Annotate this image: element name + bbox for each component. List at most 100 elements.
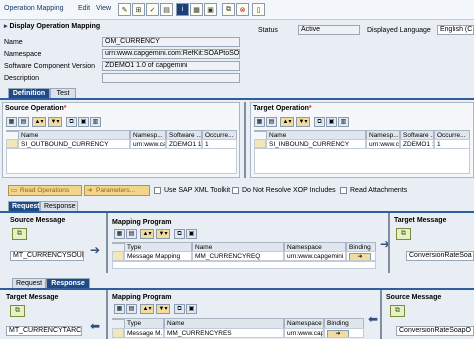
- add-row-icon[interactable]: ▦: [114, 304, 125, 314]
- paste-icon[interactable]: ▣: [326, 117, 337, 127]
- response-mapping-binding-cell[interactable]: ➔: [324, 328, 364, 338]
- move-up-icon[interactable]: ▲▾: [140, 229, 154, 239]
- request-mapping-empty-row: [112, 261, 376, 269]
- message-icon[interactable]: ⧉: [390, 305, 405, 317]
- select-all-cell[interactable]: [254, 130, 266, 132]
- request-mapping-binding-cell[interactable]: ➔: [346, 251, 376, 261]
- select-all-cell[interactable]: [6, 130, 18, 132]
- do-not-resolve-xop-checkbox[interactable]: [232, 187, 239, 194]
- read-operations-icon: ▭: [11, 187, 18, 194]
- menu-operation-mapping[interactable]: Operation Mapping: [4, 5, 64, 12]
- tab-test[interactable]: Test: [50, 88, 76, 98]
- response-tab-line: [0, 288, 474, 290]
- move-up-icon[interactable]: ▲▾: [280, 117, 294, 127]
- namespace-label: Namespace: [4, 51, 42, 58]
- add-row-icon[interactable]: ▦: [114, 229, 125, 239]
- copy-icon[interactable]: ⧉: [314, 117, 325, 127]
- target-message-label: Target Message: [394, 217, 447, 224]
- add-row-icon[interactable]: ▦: [254, 117, 265, 127]
- read-attachments-checkbox[interactable]: [340, 187, 347, 194]
- use-sap-xml-toolkit-label: Use SAP XML Toolkit: [164, 187, 231, 194]
- source-message-label: Source Message: [10, 217, 66, 224]
- request-tab-line: [0, 211, 474, 213]
- row-selector[interactable]: [254, 139, 266, 148]
- display-icon[interactable]: ⊞: [132, 3, 145, 16]
- move-down-icon[interactable]: ▼▾: [156, 229, 170, 239]
- remove-row-icon[interactable]: ▤: [126, 304, 137, 314]
- status-label: Status: [258, 27, 278, 34]
- select-all-cell[interactable]: [112, 242, 124, 244]
- swc-label: Software Component Version: [4, 63, 96, 70]
- swc-field[interactable]: ZDEMO1 1.0 of capgemini: [102, 61, 240, 71]
- move-up-icon[interactable]: ▲▾: [32, 117, 46, 127]
- info-icon[interactable]: ▤: [160, 3, 173, 16]
- paste-icon[interactable]: ▣: [186, 229, 197, 239]
- check-icon[interactable]: ✓: [146, 3, 159, 16]
- use-sap-xml-toolkit-checkbox[interactable]: [154, 187, 161, 194]
- response-source-message-field[interactable]: ConversionRateSoapO: [396, 326, 474, 336]
- details-icon[interactable]: ▥: [338, 117, 349, 127]
- copy-icon[interactable]: ⧉: [66, 117, 77, 127]
- request-mapping-namespace-cell[interactable]: urn:www.capgemini: [284, 251, 346, 261]
- move-up-icon[interactable]: ▲▾: [140, 304, 154, 314]
- tab-request[interactable]: Request: [12, 278, 46, 288]
- namespace-field[interactable]: urn:www.capgemini.com:RefKit:SOAPtoSOAP: [102, 49, 240, 59]
- tab-request[interactable]: Request: [8, 201, 40, 211]
- paste-icon[interactable]: ▣: [78, 117, 89, 127]
- request-mapping-name-cell[interactable]: MM_CURRENCYREQ: [192, 251, 284, 261]
- move-down-icon[interactable]: ▼▾: [296, 117, 310, 127]
- response-mapping-name-cell[interactable]: MM_CURRENCYRES: [164, 328, 284, 338]
- copy-icon[interactable]: ⧉: [222, 3, 235, 16]
- language-select[interactable]: English (C: [437, 25, 474, 35]
- binding-arrow-icon[interactable]: ➔: [349, 253, 371, 260]
- name-field[interactable]: OM_CURRENCY: [102, 37, 240, 47]
- print-icon[interactable]: ▣: [204, 3, 217, 16]
- language-label: Displayed Language: [367, 27, 431, 34]
- open-icon[interactable]: ▦: [190, 3, 203, 16]
- section-divider: [380, 290, 382, 339]
- description-field[interactable]: [102, 73, 240, 83]
- info-icon[interactable]: i: [176, 3, 189, 16]
- message-icon[interactable]: ⧉: [396, 228, 411, 240]
- select-all-cell[interactable]: [112, 318, 124, 320]
- tab-response[interactable]: Response: [46, 278, 90, 288]
- tab-definition[interactable]: Definition: [8, 88, 50, 98]
- response-mapping-namespace-cell[interactable]: urn:www.capgemini: [284, 328, 324, 338]
- read-operations-button[interactable]: ▭ Read Operations: [8, 185, 82, 196]
- remove-row-icon[interactable]: ▤: [126, 229, 137, 239]
- page-title: ▸ Display Operation Mapping: [4, 23, 101, 30]
- select-icon[interactable]: ▯: [252, 3, 265, 16]
- do-not-resolve-xop-label: Do Not Resolve XOP Includes: [242, 187, 336, 194]
- request-mapping-type-cell[interactable]: Message Mapping: [124, 251, 192, 261]
- copy-icon[interactable]: ⧉: [174, 304, 185, 314]
- message-icon[interactable]: ⧉: [12, 228, 27, 240]
- delete-icon[interactable]: ⊗: [236, 3, 249, 16]
- move-down-icon[interactable]: ▼▾: [48, 117, 62, 127]
- source-message-label: Source Message: [386, 294, 442, 301]
- copy-icon[interactable]: ⧉: [174, 229, 185, 239]
- remove-row-icon[interactable]: ▤: [266, 117, 277, 127]
- parameters-button[interactable]: ➔ Parameters...: [84, 185, 150, 196]
- binding-arrow-icon[interactable]: ➔: [327, 330, 349, 337]
- edit-icon[interactable]: ✎: [118, 3, 131, 16]
- arrow-left-icon: ⬅: [90, 319, 101, 333]
- target-message-field[interactable]: ConversionRateSoa: [406, 251, 474, 261]
- row-selector[interactable]: [112, 328, 124, 338]
- add-row-icon[interactable]: ▦: [6, 117, 17, 127]
- tab-response[interactable]: Response: [40, 201, 78, 211]
- source-message-field[interactable]: MT_CURRENCYSOUF: [10, 251, 84, 261]
- row-selector[interactable]: [112, 251, 124, 261]
- menu-edit[interactable]: Edit: [78, 5, 90, 12]
- panel-splitter[interactable]: [244, 102, 246, 178]
- paste-icon[interactable]: ▣: [186, 304, 197, 314]
- row-selector[interactable]: [6, 139, 18, 148]
- message-icon[interactable]: ⧉: [10, 305, 25, 317]
- menu-view[interactable]: View: [96, 5, 111, 12]
- source-operation-title: Source Operation*: [5, 105, 67, 112]
- read-attachments-label: Read Attachments: [350, 187, 408, 194]
- remove-row-icon[interactable]: ▤: [18, 117, 29, 127]
- details-icon[interactable]: ▥: [90, 117, 101, 127]
- move-down-icon[interactable]: ▼▾: [156, 304, 170, 314]
- response-mapping-type-cell[interactable]: Message M...: [124, 328, 164, 338]
- response-target-message-field[interactable]: MT_CURRENCYTARC: [6, 326, 82, 336]
